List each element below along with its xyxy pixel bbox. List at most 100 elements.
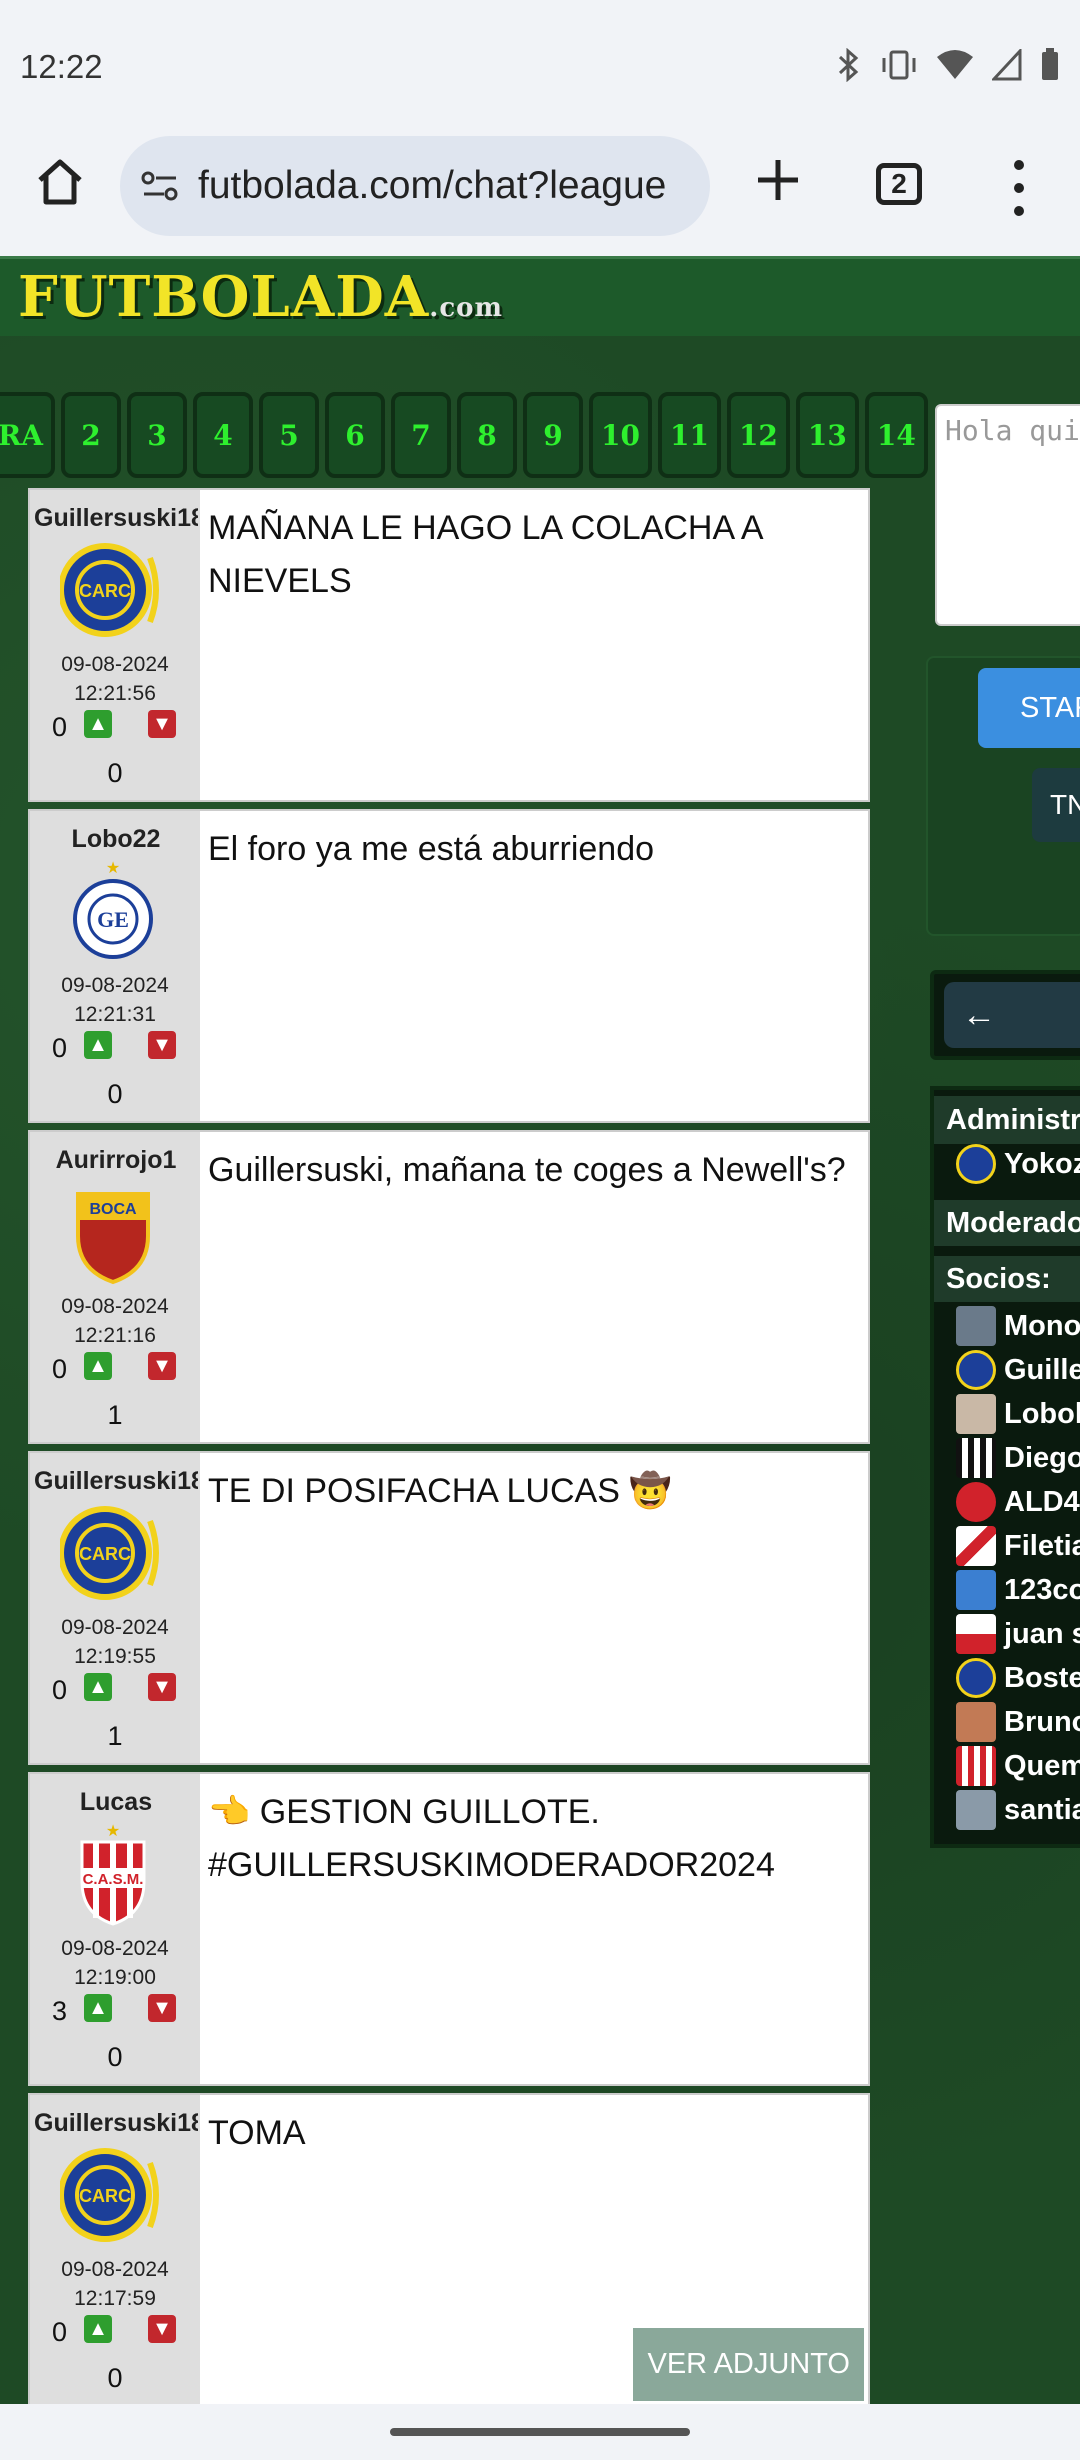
club-badge-icon: CARC [60, 2148, 159, 2242]
message-timestamp: 09-08-2024 12:21:56 [30, 650, 200, 708]
page-button[interactable]: 3 [127, 392, 187, 478]
admin-label: Administra [934, 1096, 1080, 1144]
thumbs-up-icon[interactable]: ▲ [84, 1031, 112, 1059]
club-badge-icon: BOCA [76, 1192, 150, 1285]
site-settings-icon[interactable] [140, 168, 180, 204]
tab-switcher-button[interactable]: 2 [876, 163, 922, 205]
thumbs-down-icon[interactable]: ▼ [148, 1031, 176, 1059]
thumbs-up-icon[interactable]: ▲ [84, 1352, 112, 1380]
thumbs-up-icon[interactable]: ▲ [84, 1994, 112, 2022]
moderator-label: Moderador [934, 1200, 1080, 1246]
message-text: TOMA [208, 2114, 306, 2152]
member-item[interactable]: juan s [956, 1614, 1080, 1654]
member-item[interactable]: Diego [956, 1438, 1080, 1478]
member-item[interactable]: santia [956, 1790, 1080, 1830]
status-time: 12:22 [20, 48, 103, 85]
page-button[interactable]: 12 [726, 392, 790, 478]
page-button[interactable]: 8 [457, 392, 517, 478]
page-button[interactable]: 13 [795, 392, 859, 478]
thumbs-down-icon[interactable]: ▼ [148, 1673, 176, 1701]
member-item[interactable]: Boste [956, 1658, 1080, 1698]
username[interactable]: Guillersuski18 [34, 2109, 198, 2138]
new-tab-button[interactable] [752, 154, 804, 206]
start-button[interactable]: STAR [978, 668, 1080, 748]
thumbs-down-icon[interactable]: ▼ [148, 1994, 176, 2022]
message-author-panel: Lobo22 ★ GE 09-08-2024 12:21:31 0 ▲ ▼ 0 [30, 811, 200, 1121]
page-button[interactable]: 7 [391, 392, 451, 478]
member-item[interactable]: Lobol [956, 1394, 1080, 1434]
message-timestamp: 09-08-2024 12:21:16 [30, 1292, 200, 1350]
message-timestamp: 09-08-2024 12:19:55 [30, 1613, 200, 1671]
member-item[interactable]: Mono [956, 1306, 1080, 1346]
page-button[interactable]: 2 [61, 392, 121, 478]
member-name: 123co [1004, 1573, 1080, 1606]
message-author-panel: Guillersuski18 CARC 09-08-2024 12:17:59 0… [30, 2095, 200, 2404]
message-date: 09-08-2024 [61, 1937, 169, 1960]
back-button[interactable]: ← [944, 982, 1080, 1048]
member-item[interactable]: Guille [956, 1350, 1080, 1390]
wifi-icon [936, 49, 974, 86]
thumbs-up-icon[interactable]: ▲ [84, 2315, 112, 2343]
avatar [956, 1658, 996, 1698]
member-item[interactable]: Quem [956, 1746, 1080, 1786]
reply-count: 0 [107, 1079, 123, 1109]
username[interactable]: Guillersuski18 [34, 504, 198, 533]
overflow-menu-button[interactable] [1005, 160, 1033, 216]
club-badge-icon: CARC [60, 1506, 159, 1600]
thumbs-down-icon[interactable]: ▼ [148, 2315, 176, 2343]
battery-icon [1040, 48, 1060, 87]
like-count: 0 [52, 1675, 68, 1705]
message-date: 09-08-2024 [61, 1616, 169, 1639]
message-time: 12:21:16 [74, 1324, 156, 1347]
page-button[interactable]: 10 [589, 392, 652, 478]
member-name: Quem [1004, 1749, 1080, 1782]
member-item[interactable]: 123co [956, 1570, 1080, 1610]
svg-text:★: ★ [106, 1823, 120, 1840]
page-button[interactable]: RA [0, 392, 55, 478]
member-name: Guille [1004, 1353, 1080, 1386]
thumbs-down-icon[interactable]: ▼ [148, 710, 176, 738]
thumbs-up-icon[interactable]: ▲ [84, 1673, 112, 1701]
url-text[interactable]: futbolada.com/chat?league [198, 164, 666, 208]
thumbs-down-icon[interactable]: ▼ [148, 1352, 176, 1380]
page-button[interactable]: 4 [193, 392, 253, 478]
site-logo[interactable]: FUTBOLADA.com [18, 265, 503, 340]
message-row: Aurirrojo1 BOCA 09-08-2024 12:21:16 0 ▲ ▼… [28, 1130, 870, 1444]
vibrate-icon [880, 48, 918, 87]
thumbs-up-icon[interactable]: ▲ [84, 710, 112, 738]
chat-input[interactable]: Hola qui [935, 404, 1080, 626]
members-panel: Administra Yokoz Moderador Socios: Mono … [930, 1086, 1080, 1848]
member-item[interactable]: ALD4 [956, 1482, 1080, 1522]
username[interactable]: Lucas [34, 1788, 198, 1817]
like-count: 0 [52, 1354, 68, 1384]
page-button[interactable]: 11 [657, 392, 721, 478]
page-button[interactable]: 5 [259, 392, 319, 478]
member-item[interactable]: Bruno [956, 1702, 1080, 1742]
member-item[interactable]: Filetia [956, 1526, 1080, 1566]
message-time: 12:19:55 [74, 1645, 156, 1668]
gesture-handle[interactable] [390, 2428, 690, 2436]
url-bar[interactable]: futbolada.com/chat?league [120, 136, 710, 236]
message-timestamp: 09-08-2024 12:17:59 [30, 2255, 200, 2313]
username[interactable]: Lobo22 [34, 825, 198, 854]
message-time: 12:21:56 [74, 682, 156, 705]
message-row: Guillersuski18 CARC 09-08-2024 12:21:56 0… [28, 488, 870, 802]
svg-text:GE: GE [97, 907, 129, 932]
username[interactable]: Aurirrojo1 [34, 1146, 198, 1175]
home-button[interactable] [32, 154, 88, 210]
like-count: 0 [52, 712, 68, 742]
page-button[interactable]: 6 [325, 392, 385, 478]
username[interactable]: Guillersuski18 [34, 1467, 198, 1496]
signal-icon [990, 47, 1022, 86]
reply-count: 1 [107, 1400, 123, 1430]
view-attachment-button[interactable]: VER ADJUNTO [633, 2328, 864, 2401]
svg-text:★: ★ [106, 860, 120, 877]
tn-button[interactable]: TN [1032, 768, 1080, 842]
message-text: 👈 GESTION GUILLOTE. #GUILLERSUSKIMODERAD… [208, 1793, 775, 1884]
admin-member[interactable]: Yokoz [956, 1144, 1080, 1184]
page-button[interactable]: 14 [864, 392, 928, 478]
message-time: 12:17:59 [74, 2287, 156, 2310]
page-selector: RA 2 3 4 5 6 7 8 9 10 11 12 13 14 [0, 392, 928, 478]
page-button[interactable]: 9 [523, 392, 583, 478]
message-text: MAÑANA LE HAGO LA COLACHA A NIEVELS [208, 509, 762, 600]
